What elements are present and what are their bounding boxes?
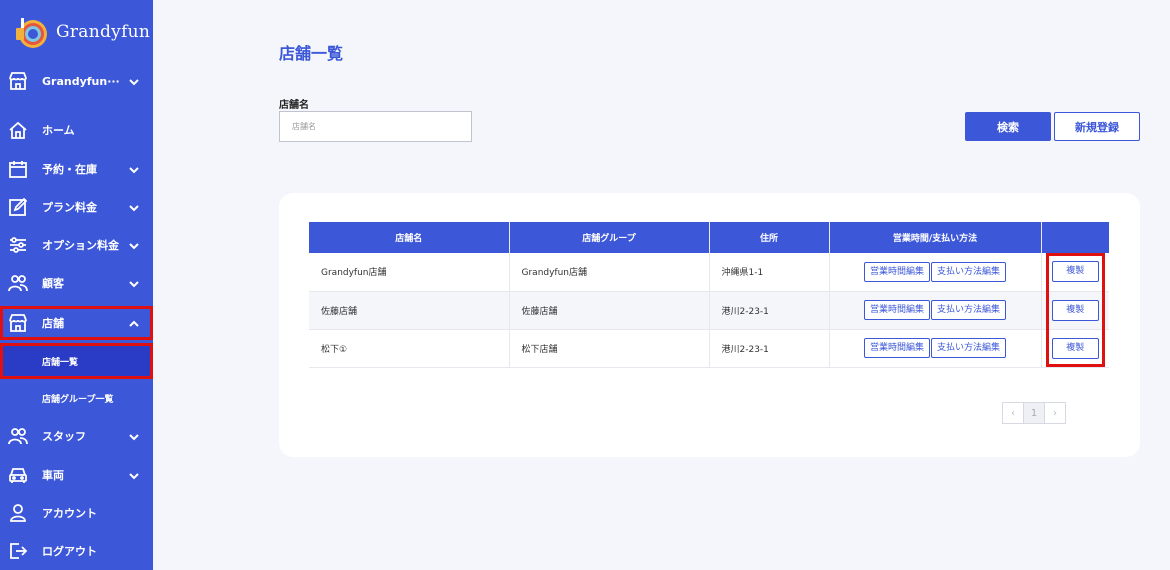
chevron-down-icon xyxy=(127,238,141,252)
store-group-cell: Grandyfun店舗 xyxy=(509,253,710,292)
sidebar: Grandyfun Grandyfun··· ホーム 予約・在庫 プラン料金 オ… xyxy=(0,0,153,570)
table-row: 佐藤店舗 佐藤店舗 港川2-23-1 営業時間編集 支払い方法編集 複製 xyxy=(309,291,1109,330)
store-name-filter-label: 店舗名 xyxy=(279,100,309,111)
sidebar-item-label: オプション料金 xyxy=(42,239,119,252)
chevron-down-icon xyxy=(127,429,141,443)
edit-payment-button[interactable]: 支払い方法編集 xyxy=(931,261,1007,282)
column-header: 店舗グループ xyxy=(509,222,710,253)
store-icon xyxy=(8,313,28,333)
sidebar-item-account[interactable]: アカウント xyxy=(0,494,153,532)
sidebar-item-label: プラン料金 xyxy=(42,201,97,214)
calendar-icon xyxy=(8,159,28,179)
store-group-cell: 佐藤店舗 xyxy=(509,291,710,330)
copy-cell: 複製 xyxy=(1041,329,1109,368)
home-icon xyxy=(8,120,28,140)
sidebar-item-customers[interactable]: 顧客 xyxy=(0,264,153,302)
sidebar-item-logout[interactable]: ログアウト xyxy=(0,532,153,570)
sidebar-item-label: ログアウト xyxy=(42,545,97,558)
car-icon xyxy=(8,465,28,485)
edit-payment-button[interactable]: 支払い方法編集 xyxy=(931,338,1007,358)
pagination-prev-button[interactable]: ‹ xyxy=(1002,402,1024,424)
sidebar-item-label: 顧客 xyxy=(42,277,64,290)
column-header: 住所 xyxy=(709,222,830,253)
sidebar-subitem-store-list[interactable]: 店舗一覧 xyxy=(0,343,153,379)
chevron-up-icon xyxy=(127,316,141,330)
pagination-page-number[interactable]: 1 xyxy=(1023,402,1045,424)
sidebar-item-label: アカウント xyxy=(42,507,97,520)
page-title: 店舗一覧 xyxy=(279,44,344,63)
address-cell: 港川2-23-1 xyxy=(709,329,830,368)
sidebar-item-label: 車両 xyxy=(42,469,64,482)
sidebar-item-label: ホーム xyxy=(42,124,75,137)
new-registration-button[interactable]: 新規登録 xyxy=(1054,112,1140,141)
edit-payment-button[interactable]: 支払い方法編集 xyxy=(931,300,1007,320)
edit-hours-button[interactable]: 営業時間編集 xyxy=(863,261,930,282)
store-name-cell: 松下① xyxy=(309,329,510,368)
sidebar-subitem-store-group-list[interactable]: 店舗グループ一覧 xyxy=(0,380,153,416)
store-table: 店舗名 店舗グループ 住所 営業時間/支払い方法 Grandyfun店舗 Gra… xyxy=(309,222,1109,368)
store-name-cell: Grandyfun店舗 xyxy=(309,253,510,292)
column-header xyxy=(1041,222,1109,253)
staff-icon xyxy=(8,426,28,446)
store-icon xyxy=(8,71,28,91)
sidebar-item-option-price[interactable]: オプション料金 xyxy=(0,226,153,264)
user-icon xyxy=(8,503,28,523)
chevron-down-icon xyxy=(127,276,141,290)
sidebar-item-staff[interactable]: スタッフ xyxy=(0,417,153,455)
account-name: Grandyfun··· xyxy=(42,74,120,88)
sliders-icon xyxy=(8,235,28,255)
hours-payment-cell: 営業時間編集 支払い方法編集 xyxy=(829,329,1042,368)
logout-icon xyxy=(8,541,28,561)
address-cell: 港川2-23-1 xyxy=(709,291,830,330)
store-group-cell: 松下店舗 xyxy=(509,329,710,368)
hours-payment-cell: 営業時間編集 支払い方法編集 xyxy=(829,291,1042,330)
chevron-down-icon xyxy=(127,74,141,88)
table-header-row: 店舗名 店舗グループ 住所 営業時間/支払い方法 xyxy=(309,222,1109,253)
chevron-down-icon xyxy=(127,468,141,482)
table-row: Grandyfun店舗 Grandyfun店舗 沖縄県1-1 営業時間編集 支払い… xyxy=(309,253,1109,292)
sidebar-item-label: 店舗 xyxy=(42,317,64,330)
copy-button[interactable]: 複製 xyxy=(1051,337,1099,359)
edit-hours-button[interactable]: 営業時間編集 xyxy=(863,338,930,358)
sidebar-account-selector[interactable]: Grandyfun··· xyxy=(0,62,153,100)
search-button[interactable]: 検索 xyxy=(965,112,1051,141)
store-name-search-input[interactable] xyxy=(279,111,472,142)
copy-cell: 複製 xyxy=(1041,291,1109,330)
sidebar-item-vehicles[interactable]: 車両 xyxy=(0,456,153,494)
column-header: 営業時間/支払い方法 xyxy=(829,222,1042,253)
chevron-down-icon xyxy=(127,162,141,176)
copy-button[interactable]: 複製 xyxy=(1051,261,1099,283)
app-name: Grandyfun xyxy=(56,22,151,42)
pagination-next-button[interactable]: › xyxy=(1044,402,1066,424)
sidebar-item-home[interactable]: ホーム xyxy=(0,111,153,149)
pagination: ‹ 1 › xyxy=(1002,402,1066,424)
sidebar-item-reservation[interactable]: 予約・在庫 xyxy=(0,150,153,188)
sidebar-item-stores[interactable]: 店舗 xyxy=(0,306,153,340)
sidebar-item-label: スタッフ xyxy=(42,430,86,443)
sidebar-item-plan-price[interactable]: プラン料金 xyxy=(0,188,153,226)
rainbow-logo-icon xyxy=(14,15,48,49)
store-name-cell: 佐藤店舗 xyxy=(309,291,510,330)
copy-button[interactable]: 複製 xyxy=(1051,299,1099,321)
address-cell: 沖縄県1-1 xyxy=(709,253,830,292)
copy-cell: 複製 xyxy=(1041,253,1109,292)
sidebar-item-label: 予約・在庫 xyxy=(42,163,97,176)
chevron-down-icon xyxy=(127,200,141,214)
edit-icon xyxy=(8,197,28,217)
column-header: 店舗名 xyxy=(309,222,510,253)
hours-payment-cell: 営業時間編集 支払い方法編集 xyxy=(829,253,1042,292)
users-icon xyxy=(8,273,28,293)
app-logo[interactable]: Grandyfun xyxy=(14,14,150,50)
edit-hours-button[interactable]: 営業時間編集 xyxy=(863,300,930,320)
table-row: 松下① 松下店舗 港川2-23-1 営業時間編集 支払い方法編集 複製 xyxy=(309,329,1109,368)
